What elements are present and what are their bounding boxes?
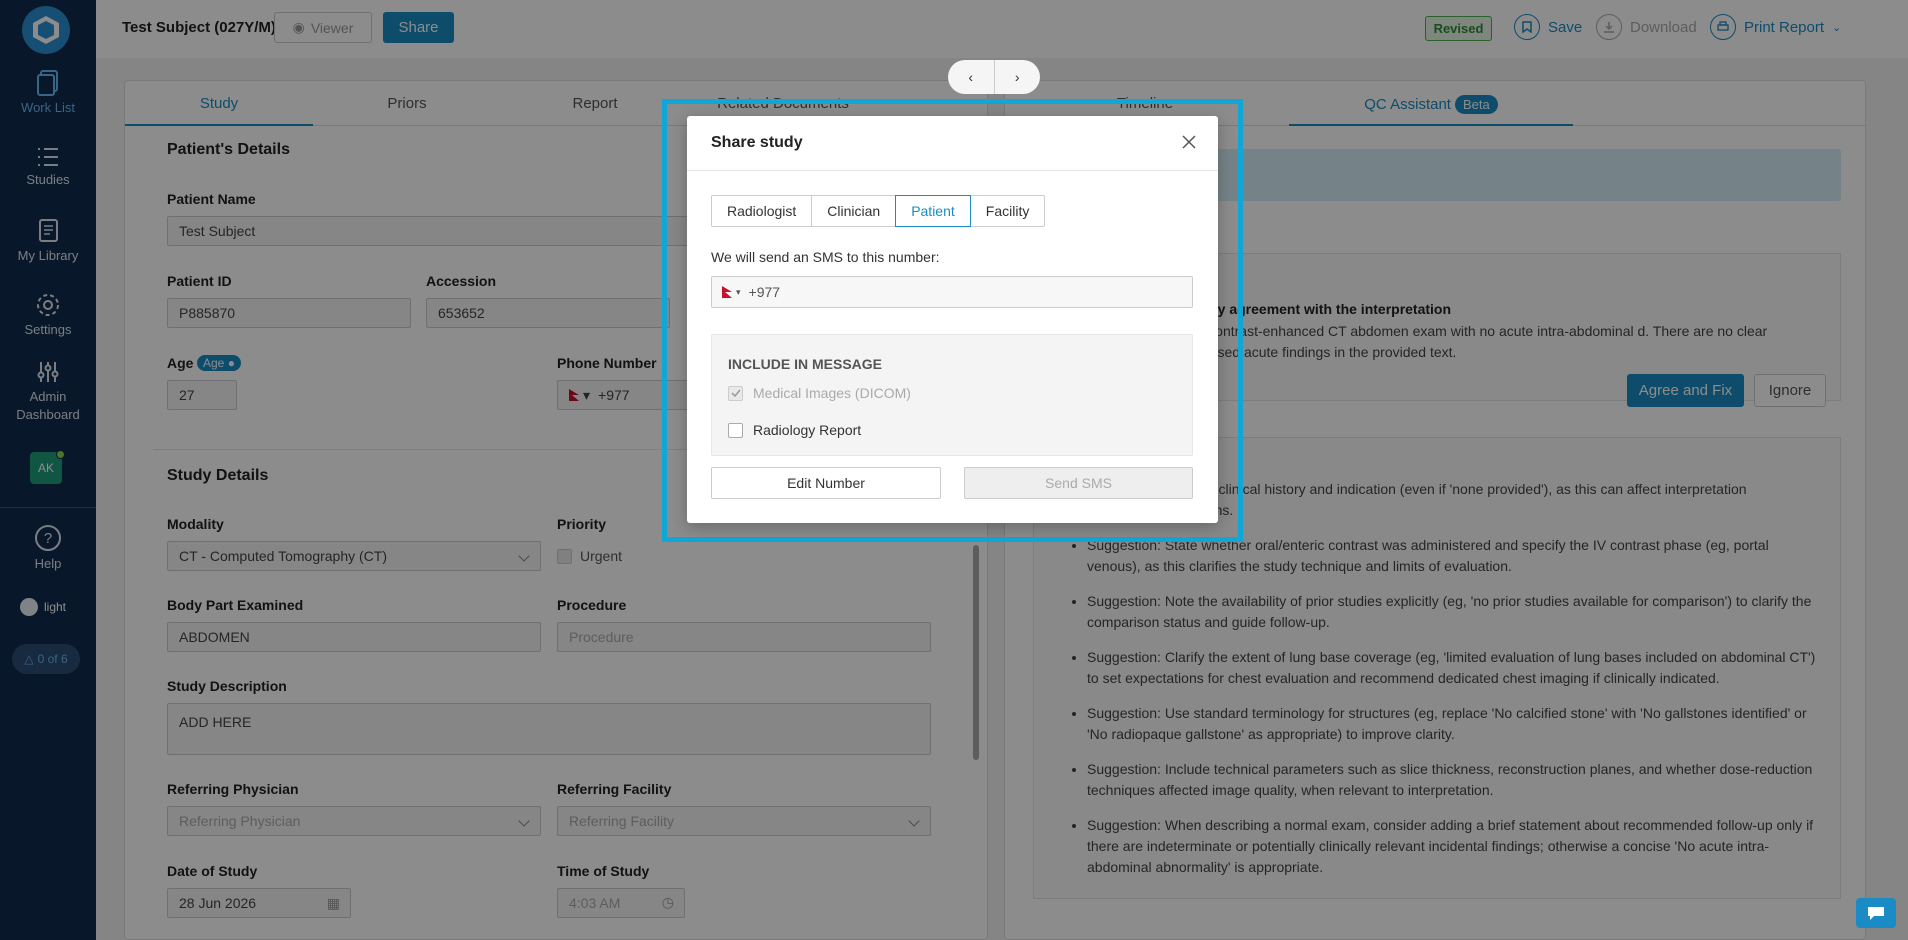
pager-arrows: ‹ › [948,60,1040,94]
previous-arrow-button[interactable]: ‹ [948,60,995,94]
nepal-flag-icon: ▾ [722,286,741,298]
include-options-box: INCLUDE IN MESSAGE Medical Images (DICOM… [711,334,1193,456]
dicom-checkbox[interactable]: Medical Images (DICOM) [728,385,911,401]
close-icon[interactable] [1180,133,1198,151]
tab-radiologist[interactable]: Radiologist [711,195,813,227]
send-sms-button[interactable]: Send SMS [964,467,1193,499]
chevron-left-icon: ‹ [968,69,974,85]
chat-icon [1868,907,1884,920]
include-title: INCLUDE IN MESSAGE [728,356,883,372]
chevron-right-icon: › [1014,69,1020,85]
sms-instruction: We will send an SMS to this number: [711,249,940,265]
next-arrow-button[interactable]: › [995,60,1041,94]
dicom-label: Medical Images (DICOM) [753,385,911,401]
chat-button[interactable] [1856,898,1896,928]
radiology-report-checkbox[interactable]: Radiology Report [728,422,861,438]
radiology-report-label: Radiology Report [753,422,862,438]
check-icon [728,385,743,401]
tab-clinician[interactable]: Clinician [811,195,897,227]
recipient-type-tabs: Radiologist Clinician Patient Facility [711,195,1046,227]
share-study-dialog: Share study Radiologist Clinician Patien… [687,116,1218,523]
edit-number-button[interactable]: Edit Number [711,467,941,499]
tab-facility[interactable]: Facility [969,195,1046,227]
checkbox-box [728,422,743,438]
dialog-title: Share study [711,134,803,151]
tab-patient[interactable]: Patient [895,195,971,227]
phone-value: +977 [748,284,781,300]
sms-phone-field[interactable]: ▾ +977 [711,276,1193,308]
dialog-header: Share study [687,116,1218,171]
